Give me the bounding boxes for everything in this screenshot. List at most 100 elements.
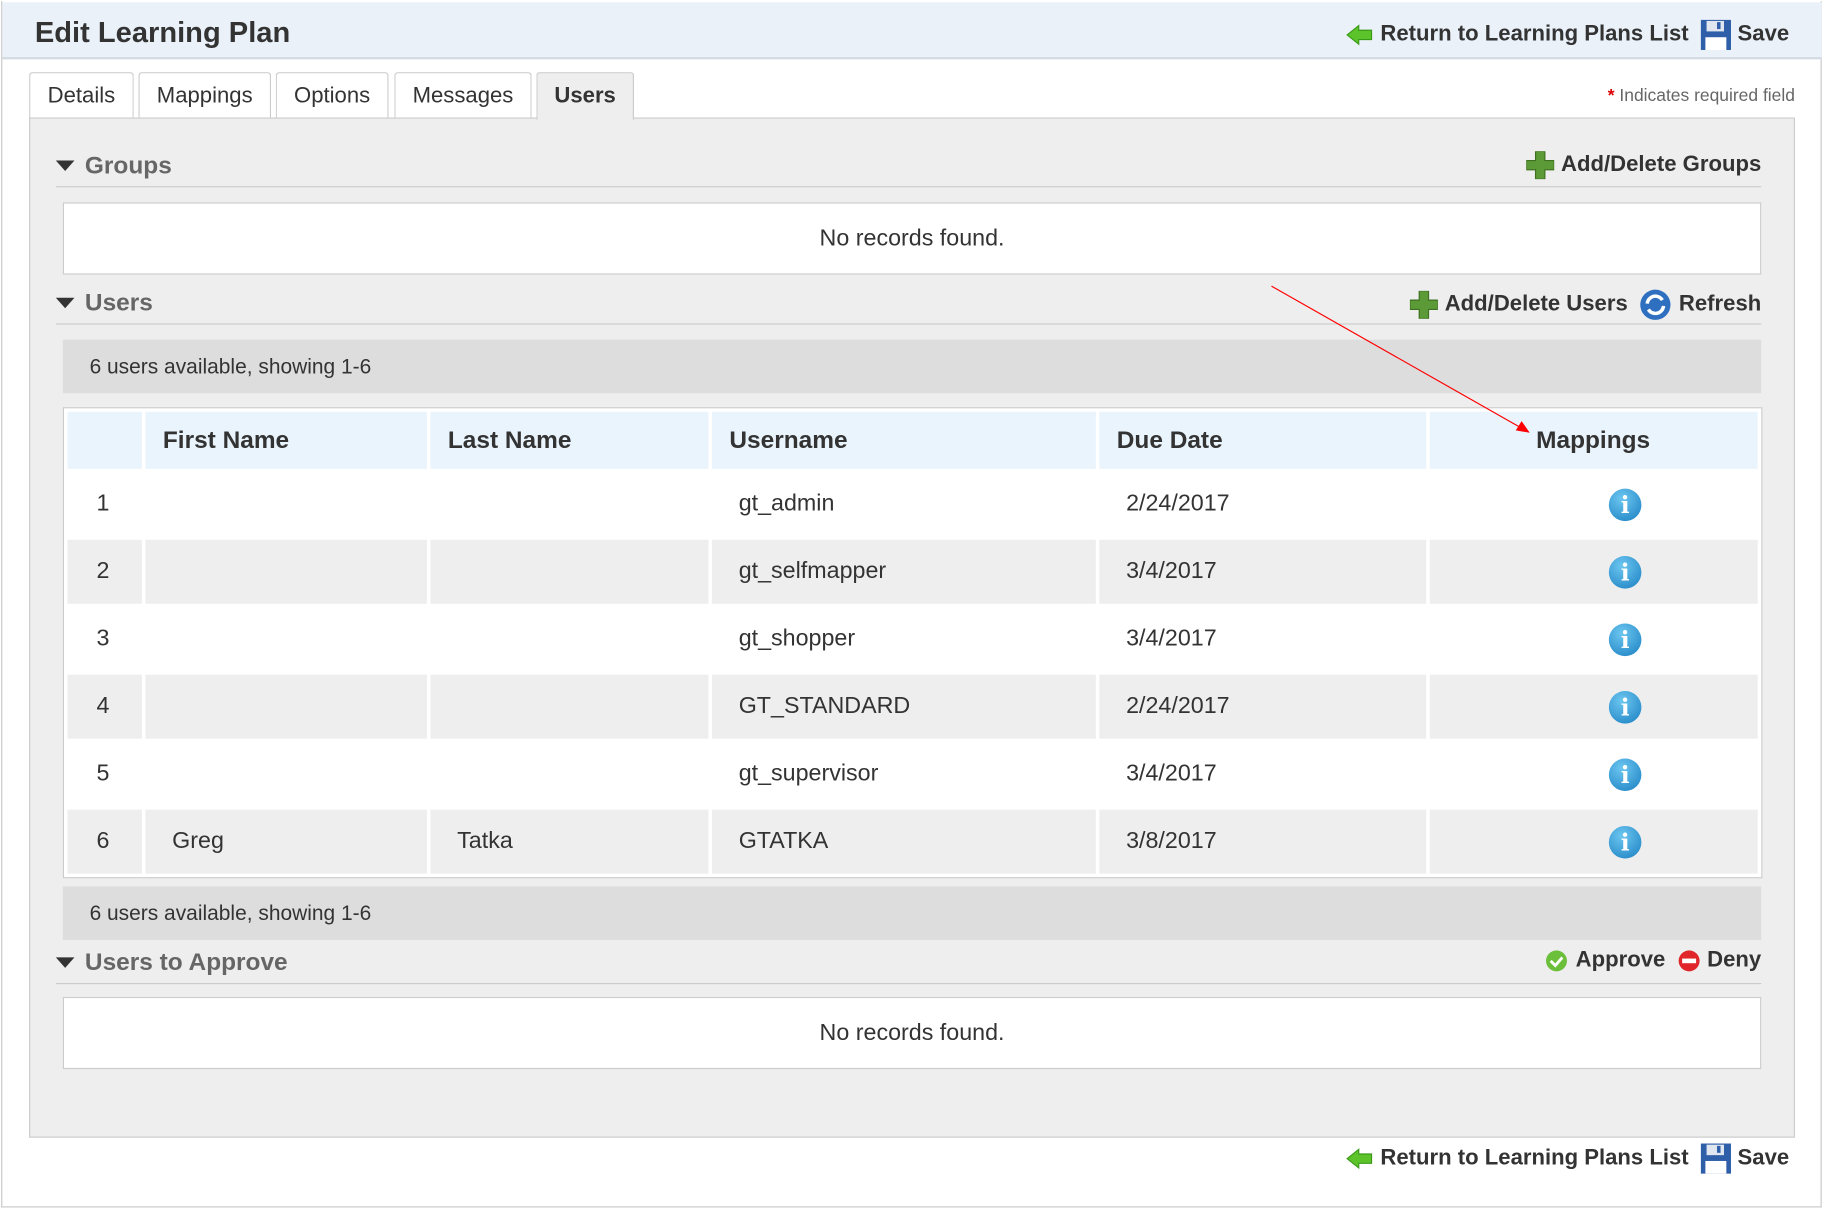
last-name-cell <box>430 539 709 604</box>
required-asterisk: * <box>1607 86 1615 106</box>
row-number: 3 <box>96 625 110 652</box>
save-button[interactable]: Save <box>1700 1143 1790 1174</box>
page-title: Edit Learning Plan <box>34 16 291 49</box>
groups-section-header: Groups Add/Delete Groups <box>55 147 1762 188</box>
row-number: 2 <box>67 539 142 604</box>
deny-icon <box>1678 950 1700 972</box>
required-note: * Indicates required field <box>1608 86 1795 106</box>
due-date-cell: 3/8/2017 <box>1099 809 1427 874</box>
save-label: Save <box>1737 22 1790 47</box>
last-name-cell <box>430 742 708 806</box>
save-button[interactable]: Save <box>1700 19 1790 51</box>
tab-mappings[interactable]: Mappings <box>138 72 272 119</box>
first-name-cell <box>145 674 427 739</box>
users-section-header: Users Add/Delete Users Refresh <box>55 284 1762 325</box>
tab-messages[interactable]: Messages <box>394 72 532 119</box>
refresh-button[interactable]: Refresh <box>1639 288 1761 321</box>
row-number: 6 <box>67 809 142 874</box>
table-row: 5 gt_supervisor 3/4/2017 i <box>67 742 1757 806</box>
row-number: 1 <box>96 490 110 517</box>
table-header-row: First Name Last Name Username Due Date M… <box>67 411 1758 469</box>
collapse-triangle-icon[interactable] <box>55 160 75 172</box>
mappings-cell: i <box>1430 742 1758 806</box>
tab-options[interactable]: Options <box>275 72 389 119</box>
first-name-cell <box>145 742 427 806</box>
due-date-cell: 3/4/2017 <box>1126 760 1217 787</box>
info-icon[interactable]: i <box>1608 690 1642 723</box>
col-last-name[interactable]: Last Name <box>430 411 709 469</box>
return-label: Return to Learning Plans List <box>1380 1145 1689 1171</box>
col-due-date[interactable]: Due Date <box>1099 411 1427 469</box>
collapse-triangle-icon[interactable] <box>55 297 75 309</box>
info-icon[interactable]: i <box>1608 622 1642 656</box>
row-number: 5 <box>96 760 110 787</box>
approve-label: Approve <box>1575 948 1666 973</box>
approve-section-header: Users to Approve Approve Deny <box>55 943 1762 985</box>
return-button[interactable]: Return to Learning Plans List <box>1345 1145 1689 1172</box>
table-row: 3 gt_shopper 3/4/2017 i <box>67 607 1757 671</box>
refresh-label: Refresh <box>1678 291 1762 317</box>
first-name-cell <box>145 607 427 671</box>
deny-label: Deny <box>1707 948 1762 973</box>
username-cell: gt_supervisor <box>738 760 879 787</box>
users-pager-top: 6 users available, showing 1-6 <box>62 339 1762 394</box>
due-date-cell: 3/4/2017 <box>1099 539 1427 604</box>
username-cell: GTATKA <box>711 809 1096 874</box>
table-row: 2 gt_selfmapper 3/4/2017 i <box>67 539 1758 604</box>
col-first-name[interactable]: First Name <box>145 411 427 469</box>
mappings-cell: i <box>1429 809 1758 874</box>
check-icon <box>1546 950 1568 972</box>
username-cell: GT_STANDARD <box>711 674 1096 739</box>
due-date-cell: 3/4/2017 <box>1126 625 1217 652</box>
col-number <box>67 411 142 469</box>
green-plus-icon <box>1526 151 1555 180</box>
info-icon[interactable]: i <box>1608 555 1642 589</box>
mappings-cell: i <box>1429 539 1758 604</box>
table-row: 4 GT_STANDARD 2/24/2017 i <box>67 674 1758 739</box>
info-icon[interactable]: i <box>1608 757 1642 791</box>
tab-details[interactable]: Details <box>29 72 134 119</box>
mappings-cell: i <box>1430 607 1758 671</box>
add-delete-users-label: Add/Delete Users <box>1444 291 1628 317</box>
pager-text: 6 users available, showing 1-6 <box>89 900 372 925</box>
approve-empty-box: No records found. <box>62 996 1762 1070</box>
save-label: Save <box>1737 1145 1790 1171</box>
users-pager-bottom: 6 users available, showing 1-6 <box>62 886 1762 940</box>
tab-users[interactable]: Users <box>536 72 634 120</box>
back-arrow-icon <box>1345 24 1372 46</box>
first-name-cell <box>145 539 427 604</box>
due-date-cell: 2/24/2017 <box>1099 674 1427 739</box>
deny-button[interactable]: Deny <box>1677 948 1761 974</box>
col-username[interactable]: Username <box>711 411 1096 469</box>
return-button[interactable]: Return to Learning Plans List <box>1345 22 1689 48</box>
green-plus-icon <box>1409 290 1438 319</box>
add-delete-users-button[interactable]: Add/Delete Users <box>1409 288 1628 321</box>
floppy-disk-icon <box>1700 19 1731 51</box>
table-row: 1 gt_admin 2/24/2017 i <box>67 472 1757 536</box>
back-arrow-icon <box>1345 1148 1372 1170</box>
username-cell: gt_admin <box>738 490 835 517</box>
username-cell: gt_shopper <box>738 625 856 652</box>
info-icon[interactable]: i <box>1608 825 1642 858</box>
last-name-cell: Tatka <box>430 809 709 874</box>
last-name-cell <box>430 674 709 739</box>
last-name-cell <box>430 472 708 536</box>
footer-actions: Return to Learning Plans List Save <box>1345 1143 1790 1174</box>
mappings-cell: i <box>1429 674 1758 739</box>
username-cell: gt_selfmapper <box>711 539 1096 604</box>
info-icon[interactable]: i <box>1608 488 1642 521</box>
return-label: Return to Learning Plans List <box>1380 22 1689 47</box>
table-row: 6 Greg Tatka GTATKA 3/8/2017 i <box>67 809 1758 874</box>
pager-text: 6 users available, showing 1-6 <box>89 354 372 378</box>
groups-empty-box: No records found. <box>62 202 1762 275</box>
approve-button[interactable]: Approve <box>1545 948 1665 974</box>
approve-title: Users to Approve <box>84 949 288 977</box>
collapse-triangle-icon[interactable] <box>55 957 75 968</box>
users-title: Users <box>84 289 153 317</box>
last-name-cell <box>430 607 708 671</box>
add-delete-groups-button[interactable]: Add/Delete Groups <box>1526 151 1762 180</box>
required-text: Indicates required field <box>1619 86 1795 106</box>
first-name-cell <box>145 472 427 536</box>
row-number: 4 <box>67 674 142 739</box>
add-delete-groups-label: Add/Delete Groups <box>1561 152 1762 177</box>
